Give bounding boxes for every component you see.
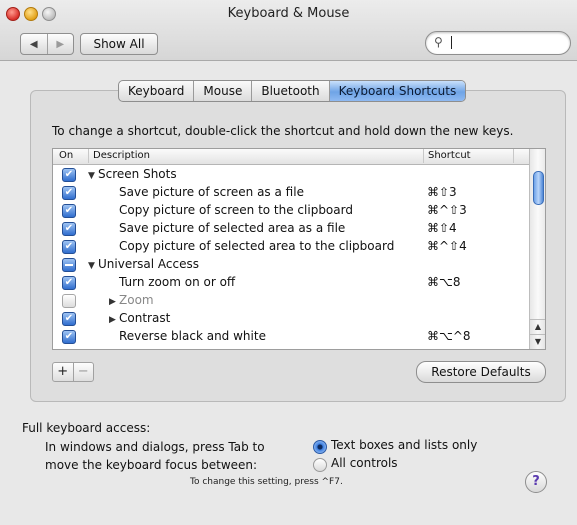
disclosure-open-icon[interactable]: ▼ [88, 171, 98, 181]
row-description: Copy picture of screen to the clipboard [119, 203, 353, 217]
disclosure-closed-icon[interactable]: ▶ [109, 297, 119, 307]
column-divider [513, 149, 514, 163]
vertical-scrollbar[interactable]: ▲ ▼ [529, 149, 545, 349]
row-description: ▶ Zoom [109, 293, 154, 307]
shortcuts-table: On Description Shortcut ✔ ▼ Screen Shots ✔ S… [52, 148, 546, 350]
back-arrow-icon[interactable]: ◀ [21, 34, 47, 54]
row-description-text: Copy picture of screen to the clipboard [119, 203, 353, 217]
enable-checkbox[interactable]: ✔ [62, 168, 76, 182]
row-shortcut[interactable]: ⌘⌥^8 [427, 329, 471, 343]
table-row[interactable]: ✔ Save picture of selected area as a file… [53, 219, 529, 237]
fka-line-2: move the keyboard focus between: [45, 458, 258, 472]
row-shortcut[interactable]: ⌘⇧3 [427, 185, 457, 199]
row-description-text: Turn zoom on or off [119, 275, 236, 289]
column-header-shortcut[interactable]: Shortcut [423, 149, 471, 163]
back-forward-control: ◀ ▶ [20, 33, 74, 55]
column-header-on[interactable]: On [59, 150, 73, 161]
row-description: Save picture of screen as a file [119, 185, 304, 199]
row-description-text: Save picture of selected area as a file [119, 221, 346, 235]
restore-defaults-button[interactable]: Restore Defaults [416, 361, 546, 383]
row-description-text: Universal Access [98, 257, 199, 271]
radio-text-boxes-and-lists[interactable] [313, 440, 327, 454]
full-keyboard-access-title: Full keyboard access: [22, 421, 151, 435]
add-shortcut-button[interactable]: + [53, 363, 73, 381]
table-row[interactable]: ✔ ▶ Contrast [53, 309, 529, 327]
instructions-text: To change a shortcut, double-click the s… [52, 124, 514, 138]
text-caret [451, 36, 452, 49]
row-description: ▼ Screen Shots [88, 167, 177, 181]
search-icon: ⚲ [434, 35, 443, 49]
enable-checkbox[interactable]: ✔ [62, 186, 76, 200]
row-description-text: Contrast [119, 311, 171, 325]
table-row[interactable]: ✔ Reverse black and white ⌘⌥^8 [53, 327, 529, 345]
enable-checkbox[interactable]: ✔ [62, 276, 76, 290]
row-shortcut[interactable]: ⌘⇧4 [427, 221, 457, 235]
scroll-down-arrow-icon[interactable]: ▼ [530, 334, 545, 349]
column-header-description[interactable]: Description [88, 149, 150, 163]
preferences-window: Keyboard & Mouse ◀ ▶ Show All ⚲ Keyboard… [0, 0, 577, 525]
forward-arrow-icon[interactable]: ▶ [46, 34, 74, 54]
add-remove-control: + − [52, 362, 94, 382]
row-description: Reverse black and white [119, 329, 266, 343]
help-button[interactable]: ? [525, 471, 547, 493]
tab-bar: Keyboard Mouse Bluetooth Keyboard Shortcuts [118, 80, 467, 102]
table-row[interactable]: ▼ Universal Access [53, 255, 529, 273]
enable-checkbox[interactable]: ✔ [62, 240, 76, 254]
search-field[interactable]: ⚲ [425, 31, 571, 55]
radio-all-controls[interactable] [313, 458, 327, 472]
row-shortcut[interactable]: ⌘⌥8 [427, 275, 460, 289]
row-shortcut[interactable]: ⌘^⇧3 [427, 203, 467, 217]
table-row[interactable]: ✔ Save picture of screen as a file ⌘⇧3 [53, 183, 529, 201]
tab-bluetooth[interactable]: Bluetooth [252, 81, 330, 101]
row-description-text: Zoom [119, 293, 154, 307]
fka-line-1: In windows and dialogs, press Tab to [45, 440, 265, 454]
row-description: ▶ Contrast [109, 311, 170, 325]
show-all-button[interactable]: Show All [80, 33, 158, 55]
enable-checkbox[interactable] [62, 294, 76, 308]
radio-label-all-controls[interactable]: All controls [331, 456, 398, 470]
titlebar: Keyboard & Mouse ◀ ▶ Show All ⚲ [0, 0, 577, 61]
tab-keyboard-shortcuts[interactable]: Keyboard Shortcuts [329, 81, 466, 101]
scroll-up-arrow-icon[interactable]: ▲ [530, 319, 545, 334]
disclosure-closed-icon[interactable]: ▶ [109, 315, 119, 325]
row-description-text: Save picture of screen as a file [119, 185, 304, 199]
row-description: Copy picture of selected area to the cli… [119, 239, 394, 253]
row-description: Save picture of selected area as a file [119, 221, 345, 235]
table-rows: ✔ ▼ Screen Shots ✔ Save picture of screen as… [53, 165, 529, 345]
full-keyboard-access-description: In windows and dialogs, press Tab to mov… [45, 438, 265, 474]
row-description: ▼ Universal Access [88, 257, 199, 271]
row-description-text: Screen Shots [98, 167, 177, 181]
table-header: On Description Shortcut [53, 149, 529, 165]
enable-checkbox[interactable]: ✔ [62, 330, 76, 344]
table-row[interactable]: ✔ ▼ Screen Shots [53, 165, 529, 183]
table-row[interactable]: ▶ Zoom [53, 291, 529, 309]
tab-keyboard[interactable]: Keyboard [119, 81, 195, 101]
table-row[interactable]: ✔ Copy picture of selected area to the cl… [53, 237, 529, 255]
row-description-text: Reverse black and white [119, 329, 266, 343]
enable-checkbox[interactable]: ✔ [62, 312, 76, 326]
table-row[interactable]: ✔ Turn zoom on or off ⌘⌥8 [53, 273, 529, 291]
keyboard-access-hint: To change this setting, press ^F7. [190, 477, 343, 487]
radio-label-text-boxes-and-lists[interactable]: Text boxes and lists only [331, 438, 477, 452]
tab-mouse[interactable]: Mouse [194, 81, 253, 101]
table-row[interactable]: ✔ Copy picture of screen to the clipboard… [53, 201, 529, 219]
scrollbar-thumb[interactable] [533, 171, 544, 205]
row-description: Turn zoom on or off [119, 275, 235, 289]
remove-shortcut-button[interactable]: − [72, 363, 94, 381]
enable-checkbox[interactable] [62, 258, 76, 272]
window-title: Keyboard & Mouse [227, 6, 350, 21]
row-shortcut[interactable]: ⌘^⇧4 [427, 239, 467, 253]
enable-checkbox[interactable]: ✔ [62, 222, 76, 236]
row-description-text: Copy picture of selected area to the cli… [119, 239, 395, 253]
enable-checkbox[interactable]: ✔ [62, 204, 76, 218]
disclosure-open-icon[interactable]: ▼ [88, 261, 98, 271]
